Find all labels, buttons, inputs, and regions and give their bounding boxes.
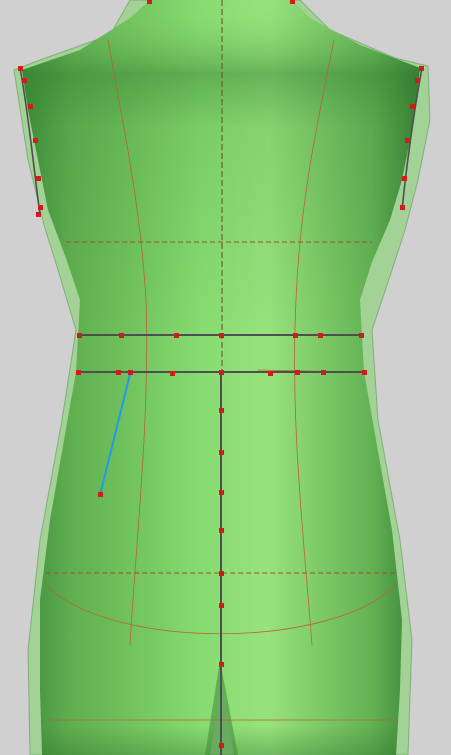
mannequin-scene[interactable] <box>0 0 451 755</box>
3d-viewport[interactable] <box>0 0 451 755</box>
upper-back-shade <box>22 0 420 336</box>
